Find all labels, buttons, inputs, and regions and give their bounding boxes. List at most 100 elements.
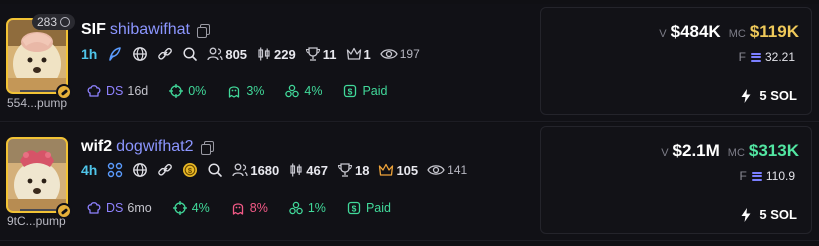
- next-row-edge: [0, 240, 819, 246]
- fee-label: F: [739, 169, 747, 183]
- lightning-icon: [741, 88, 751, 103]
- dev-sold-tag[interactable]: DS 6mo: [87, 201, 152, 215]
- trophy-icon: [305, 47, 321, 61]
- crown-stat: 1: [346, 47, 371, 62]
- crown-icon: [346, 47, 362, 61]
- token-row[interactable]: 283 554...pump SIF shibawifhat 1h 805 22…: [0, 4, 819, 122]
- holders-stat: 805: [207, 47, 247, 62]
- coin-icon[interactable]: $: [182, 162, 198, 178]
- eye-icon: [427, 163, 445, 177]
- target-tag[interactable]: 4%: [172, 201, 210, 215]
- fee-label: F: [738, 50, 746, 64]
- crown-stat: 105: [378, 163, 418, 178]
- link-icon[interactable]: [157, 46, 173, 62]
- users-icon: [207, 47, 223, 61]
- insider-tag[interactable]: 3%: [227, 84, 264, 98]
- token-list: 283 554...pump SIF shibawifhat 1h 805 22…: [0, 0, 819, 246]
- chef-hat-icon: [87, 201, 101, 215]
- lightning-icon: [741, 207, 751, 222]
- dev-sold-age: 16d: [127, 84, 149, 98]
- token-tags: DS 6mo 4% 8% 1% $ Paid: [87, 201, 412, 215]
- bundle-icon: [285, 84, 300, 98]
- paid-tag[interactable]: $ Paid: [343, 84, 388, 98]
- volume-mc: V $484K MC $119K: [659, 22, 799, 42]
- trades-stat: 467: [288, 163, 328, 178]
- fee-row: F 32.21: [739, 50, 795, 64]
- holder-count: 283: [37, 15, 58, 29]
- token-age: 1h: [81, 46, 98, 62]
- paid-label: Paid: [365, 201, 391, 215]
- volume-mc: V $2.1M MC $313K: [661, 141, 799, 161]
- token-address[interactable]: 554...pump: [7, 96, 67, 110]
- crosshair-icon: [169, 84, 184, 98]
- target-pct: 0%: [188, 84, 207, 98]
- link-icon[interactable]: [157, 162, 173, 178]
- holders-value: 805: [225, 46, 248, 62]
- buy-amount: 5 SOL: [759, 88, 797, 103]
- holders-value: 1680: [250, 162, 280, 178]
- community-icon[interactable]: [107, 162, 123, 178]
- paid-tag[interactable]: $ Paid: [347, 201, 391, 215]
- bundle-tag[interactable]: 4%: [285, 84, 322, 98]
- token-address[interactable]: 9tC...pump: [7, 214, 66, 228]
- insider-pct: 8%: [249, 201, 268, 215]
- users-icon: [232, 163, 248, 177]
- token-name[interactable]: dogwifhat2: [116, 138, 193, 156]
- top-holders-value: 18: [354, 162, 370, 178]
- fee-value: 110.9: [765, 169, 795, 183]
- search-icon[interactable]: [182, 46, 198, 62]
- copy-icon[interactable]: [196, 24, 210, 38]
- token-stats: 4h $ 1680 467 18 105 141: [81, 162, 476, 178]
- token-title: wif2 dogwifhat2: [81, 138, 214, 156]
- crown-value: 105: [396, 162, 419, 178]
- copy-icon[interactable]: [200, 141, 214, 155]
- divider: [20, 90, 56, 92]
- token-row[interactable]: 9tC...pump wif2 dogwifhat2 4h $ 1680 467…: [0, 123, 819, 241]
- crosshair-icon: [172, 201, 187, 215]
- globe-icon[interactable]: [132, 46, 148, 62]
- target-tag[interactable]: 0%: [169, 84, 206, 98]
- target-pct: 4%: [191, 201, 210, 215]
- insider-tag[interactable]: 8%: [231, 201, 268, 215]
- token-avatar[interactable]: [4, 131, 72, 219]
- volume-label: V: [661, 147, 669, 159]
- token-tags: DS 16d 0% 3% 4% $ Paid: [87, 84, 409, 98]
- divider: [20, 209, 56, 211]
- trades-stat: 229: [256, 47, 296, 62]
- paid-label: Paid: [362, 84, 388, 98]
- views-value: 197: [399, 47, 420, 61]
- ghost-icon: [227, 84, 241, 98]
- quick-buy-button[interactable]: 5 SOL: [741, 207, 797, 222]
- top-holders-stat: 11: [305, 47, 337, 62]
- bundle-pct: 1%: [307, 201, 326, 215]
- candles-icon: [288, 163, 304, 177]
- mc-label: MC: [728, 28, 746, 40]
- token-title: SIF shibawifhat: [81, 21, 210, 39]
- views-value: 141: [447, 163, 468, 177]
- mc-value: $119K: [749, 22, 799, 41]
- volume-value: $484K: [670, 22, 721, 41]
- svg-text:$: $: [352, 204, 357, 214]
- market-panel[interactable]: V $484K MC $119K F 32.21 5 SOL: [540, 7, 812, 115]
- ghost-icon: [231, 201, 245, 215]
- avatar: [6, 137, 68, 213]
- token-symbol: wif2: [81, 138, 113, 155]
- views-stat: 197: [379, 47, 420, 61]
- quick-buy-button[interactable]: 5 SOL: [741, 88, 797, 103]
- mc-label: MC: [727, 147, 745, 159]
- holder-count-badge: 283: [32, 14, 76, 30]
- crown-value: 1: [363, 46, 371, 62]
- search-icon[interactable]: [207, 162, 223, 178]
- market-panel[interactable]: V $2.1M MC $313K F 110.9 5 SOL: [540, 126, 812, 234]
- insider-pct: 3%: [246, 84, 265, 98]
- fee-row: F 110.9: [740, 169, 795, 183]
- dev-sold-tag[interactable]: DS 16d: [87, 84, 148, 98]
- feather-icon[interactable]: [107, 46, 123, 62]
- token-name[interactable]: shibawifhat: [110, 21, 190, 39]
- token-avatar[interactable]: 283: [4, 12, 76, 100]
- candles-icon: [256, 47, 272, 61]
- trophy-icon: [337, 163, 353, 177]
- dev-sold-label: DS: [106, 84, 124, 98]
- bundle-tag[interactable]: 1%: [289, 201, 326, 215]
- globe-icon[interactable]: [132, 162, 148, 178]
